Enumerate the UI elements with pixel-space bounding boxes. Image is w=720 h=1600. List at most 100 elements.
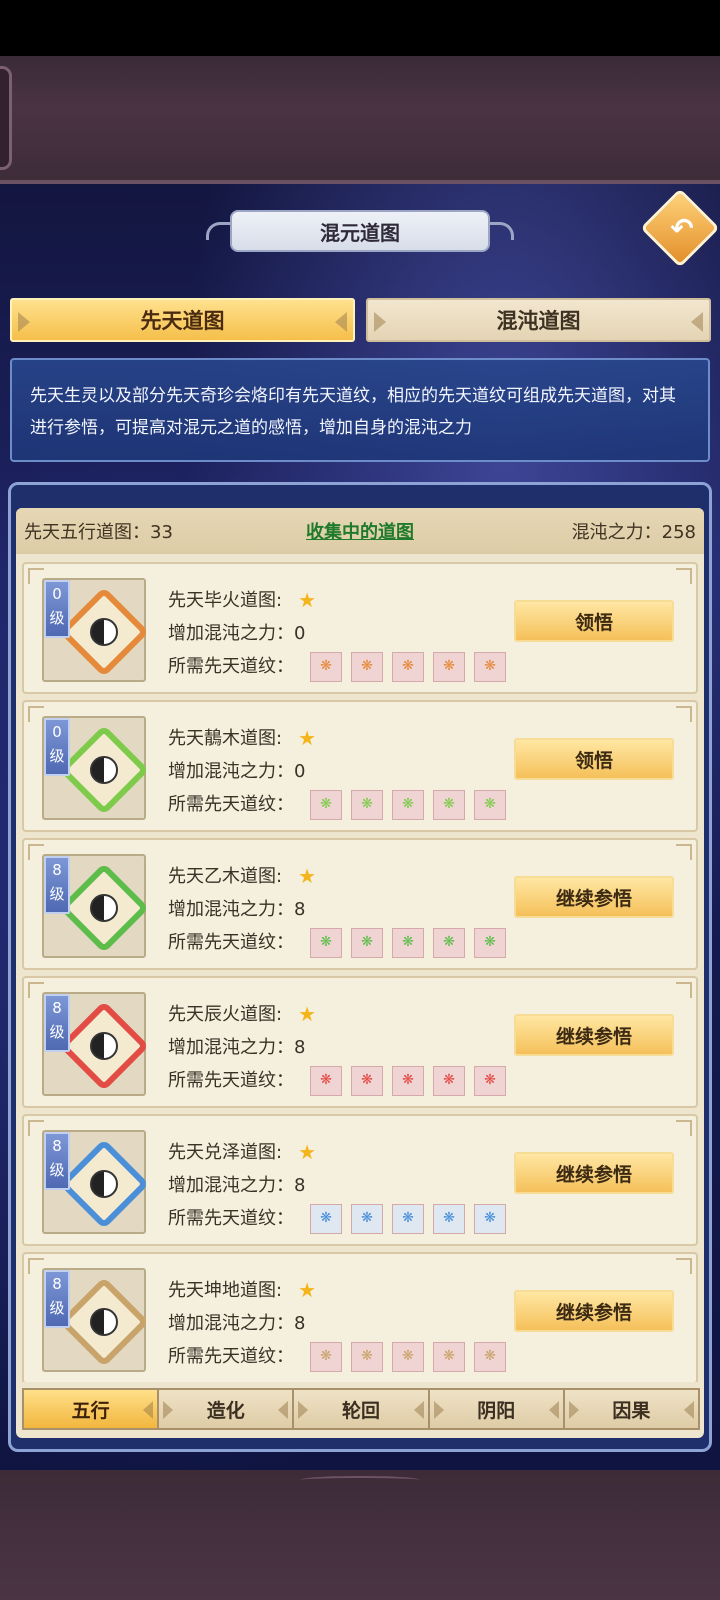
rune-icon[interactable]: ❋ bbox=[310, 651, 342, 682]
stats-bar: 先天五行道图：33 收集中的道图 混沌之力：258 bbox=[16, 508, 704, 554]
map-thumbnail[interactable]: 0 级 bbox=[42, 578, 150, 682]
rune-icon[interactable]: ❋ bbox=[474, 1341, 506, 1372]
rune-icon[interactable]: ❋ bbox=[310, 1341, 342, 1372]
level-number: 0 bbox=[52, 585, 62, 603]
map-card: 8 级 先天坤地道图: ★ 增加混沌之力： 8 所需先天道纹： ❋ ❋ ❋ ❋ ❋ 继续参悟 bbox=[22, 1252, 698, 1382]
map-list[interactable]: 0 级 先天毕火道图: ★ 增加混沌之力： 0 所需先天道纹： ❋ ❋ ❋ ❋ ❋ 领悟 0… bbox=[16, 562, 704, 1382]
rune-icon[interactable]: ❋ bbox=[392, 927, 424, 958]
map-name: 先天兑泽道图: bbox=[168, 1142, 283, 1163]
level-number: 8 bbox=[52, 1275, 62, 1293]
rune-list: ❋ ❋ ❋ ❋ ❋ bbox=[310, 789, 515, 820]
corner-ornament bbox=[676, 706, 692, 722]
category-label: 因果 bbox=[612, 1399, 651, 1422]
level-badge: 0 级 bbox=[44, 580, 70, 638]
map-thumbnail[interactable]: 0 级 bbox=[42, 716, 150, 820]
map-info: 先天坤地道图: ★ 增加混沌之力： 8 所需先天道纹： ❋ ❋ ❋ ❋ ❋ bbox=[168, 1274, 515, 1373]
tab-innate-map[interactable]: 先天道图 bbox=[10, 298, 355, 342]
rune-icon[interactable]: ❋ bbox=[310, 789, 342, 820]
page-title: 混元道图 bbox=[230, 210, 490, 252]
map-thumbnail[interactable]: 8 级 bbox=[42, 854, 150, 958]
rune-icon[interactable]: ❋ bbox=[433, 1203, 465, 1234]
power-value: 8 bbox=[294, 1313, 306, 1334]
map-thumbnail[interactable]: 8 级 bbox=[42, 1130, 150, 1234]
map-card: 8 级 先天辰火道图: ★ 增加混沌之力： 8 所需先天道纹： ❋ ❋ ❋ ❋ ❋ 继续参悟 bbox=[22, 976, 698, 1108]
category-tab[interactable]: 五行 bbox=[22, 1388, 160, 1430]
rune-list: ❋ ❋ ❋ ❋ ❋ bbox=[310, 651, 515, 682]
map-info: 先天鶄木道图: ★ 增加混沌之力： 0 所需先天道纹： ❋ ❋ ❋ ❋ ❋ bbox=[168, 722, 515, 821]
rune-list: ❋ ❋ ❋ ❋ ❋ bbox=[310, 1203, 515, 1234]
map-thumbnail[interactable]: 8 级 bbox=[42, 992, 150, 1096]
rune-icon[interactable]: ❋ bbox=[310, 1203, 342, 1234]
rune-icon[interactable]: ❋ bbox=[474, 1203, 506, 1234]
power-label: 增加混沌之力： bbox=[168, 1175, 294, 1196]
map-card: 8 级 先天乙木道图: ★ 增加混沌之力： 8 所需先天道纹： ❋ ❋ ❋ ❋ ❋ 继续参悟 bbox=[22, 838, 698, 970]
yin-yang-icon bbox=[90, 1032, 118, 1060]
category-tab[interactable]: 造化 bbox=[157, 1388, 295, 1430]
map-card: 0 级 先天毕火道图: ★ 增加混沌之力： 0 所需先天道纹： ❋ ❋ ❋ ❋ ❋ 领悟 bbox=[22, 562, 698, 694]
rune-icon[interactable]: ❋ bbox=[351, 1203, 383, 1234]
power-value: 8 bbox=[294, 1175, 306, 1196]
rune-icon[interactable]: ❋ bbox=[433, 1341, 465, 1372]
tab-arrow-left-icon bbox=[433, 1401, 444, 1419]
rune-icon[interactable]: ❋ bbox=[433, 651, 465, 682]
rune-icon[interactable]: ❋ bbox=[392, 1203, 424, 1234]
tab-arrow-left-icon bbox=[18, 312, 30, 332]
level-unit: 级 bbox=[49, 1161, 65, 1179]
corner-ornament bbox=[676, 844, 692, 860]
corner-ornament bbox=[676, 568, 692, 584]
rune-icon[interactable]: ❋ bbox=[474, 927, 506, 958]
corner-ornament bbox=[676, 1120, 692, 1136]
rune-icon[interactable]: ❋ bbox=[474, 651, 506, 682]
collecting-link[interactable]: 收集中的道图 bbox=[248, 518, 472, 544]
tab-arrow-right-icon bbox=[413, 1401, 424, 1419]
rune-icon[interactable]: ❋ bbox=[392, 1065, 424, 1096]
yin-yang-icon bbox=[90, 756, 118, 784]
comprehend-button[interactable]: 领悟 bbox=[514, 738, 674, 780]
comprehend-button[interactable]: 继续参悟 bbox=[514, 1014, 674, 1056]
rune-icon[interactable]: ❋ bbox=[392, 1341, 424, 1372]
comprehend-button[interactable]: 继续参悟 bbox=[514, 1290, 674, 1332]
rune-icon[interactable]: ❋ bbox=[433, 1065, 465, 1096]
level-badge: 8 级 bbox=[44, 1132, 70, 1190]
runes-label: 所需先天道纹： bbox=[168, 1070, 294, 1091]
comprehend-button[interactable]: 继续参悟 bbox=[514, 876, 674, 918]
rune-icon[interactable]: ❋ bbox=[433, 789, 465, 820]
category-tab[interactable]: 轮回 bbox=[292, 1388, 430, 1430]
rune-icon[interactable]: ❋ bbox=[351, 651, 383, 682]
rune-icon[interactable]: ❋ bbox=[351, 1065, 383, 1096]
category-tab[interactable]: 阴阳 bbox=[427, 1388, 565, 1430]
rune-icon[interactable]: ❋ bbox=[351, 927, 383, 958]
category-tab[interactable]: 因果 bbox=[562, 1388, 701, 1430]
yin-yang-icon bbox=[90, 618, 118, 646]
map-name: 先天乙木道图: bbox=[168, 866, 283, 887]
rune-icon[interactable]: ❋ bbox=[351, 1341, 383, 1372]
comprehend-button[interactable]: 继续参悟 bbox=[514, 1152, 674, 1194]
rune-icon[interactable]: ❋ bbox=[433, 927, 465, 958]
comprehend-button[interactable]: 领悟 bbox=[514, 600, 674, 642]
corner-ornament bbox=[676, 1258, 692, 1274]
side-tab[interactable] bbox=[0, 66, 12, 170]
rune-icon[interactable]: ❋ bbox=[392, 789, 424, 820]
rune-icon[interactable]: ❋ bbox=[474, 789, 506, 820]
yin-yang-icon bbox=[90, 1170, 118, 1198]
rune-icon[interactable]: ❋ bbox=[351, 789, 383, 820]
rune-icon[interactable]: ❋ bbox=[392, 651, 424, 682]
power-value: 8 bbox=[294, 1037, 306, 1058]
rune-icon[interactable]: ❋ bbox=[474, 1065, 506, 1096]
tab-label: 先天道图 bbox=[140, 309, 225, 333]
map-thumbnail[interactable]: 8 级 bbox=[42, 1268, 150, 1372]
level-unit: 级 bbox=[49, 1299, 65, 1317]
rune-icon[interactable]: ❋ bbox=[310, 1065, 342, 1096]
tab-arrow-left-icon bbox=[163, 1401, 174, 1419]
category-tabs: 五行 造化 轮回 阴阳 因果 bbox=[22, 1388, 701, 1430]
yin-yang-icon bbox=[90, 894, 118, 922]
rune-icon[interactable]: ❋ bbox=[310, 927, 342, 958]
power-label: 增加混沌之力： bbox=[168, 1037, 294, 1058]
level-badge: 0 级 bbox=[44, 718, 70, 776]
map-card: 8 级 先天兑泽道图: ★ 增加混沌之力： 8 所需先天道纹： ❋ ❋ ❋ ❋ ❋ 继续参悟 bbox=[22, 1114, 698, 1246]
star-icon: ★ bbox=[298, 588, 317, 612]
tab-chaos-map[interactable]: 混沌道图 bbox=[366, 298, 711, 342]
power-value: 0 bbox=[294, 623, 306, 644]
ornament bbox=[300, 1476, 420, 1484]
map-name: 先天鶄木道图: bbox=[168, 728, 283, 749]
